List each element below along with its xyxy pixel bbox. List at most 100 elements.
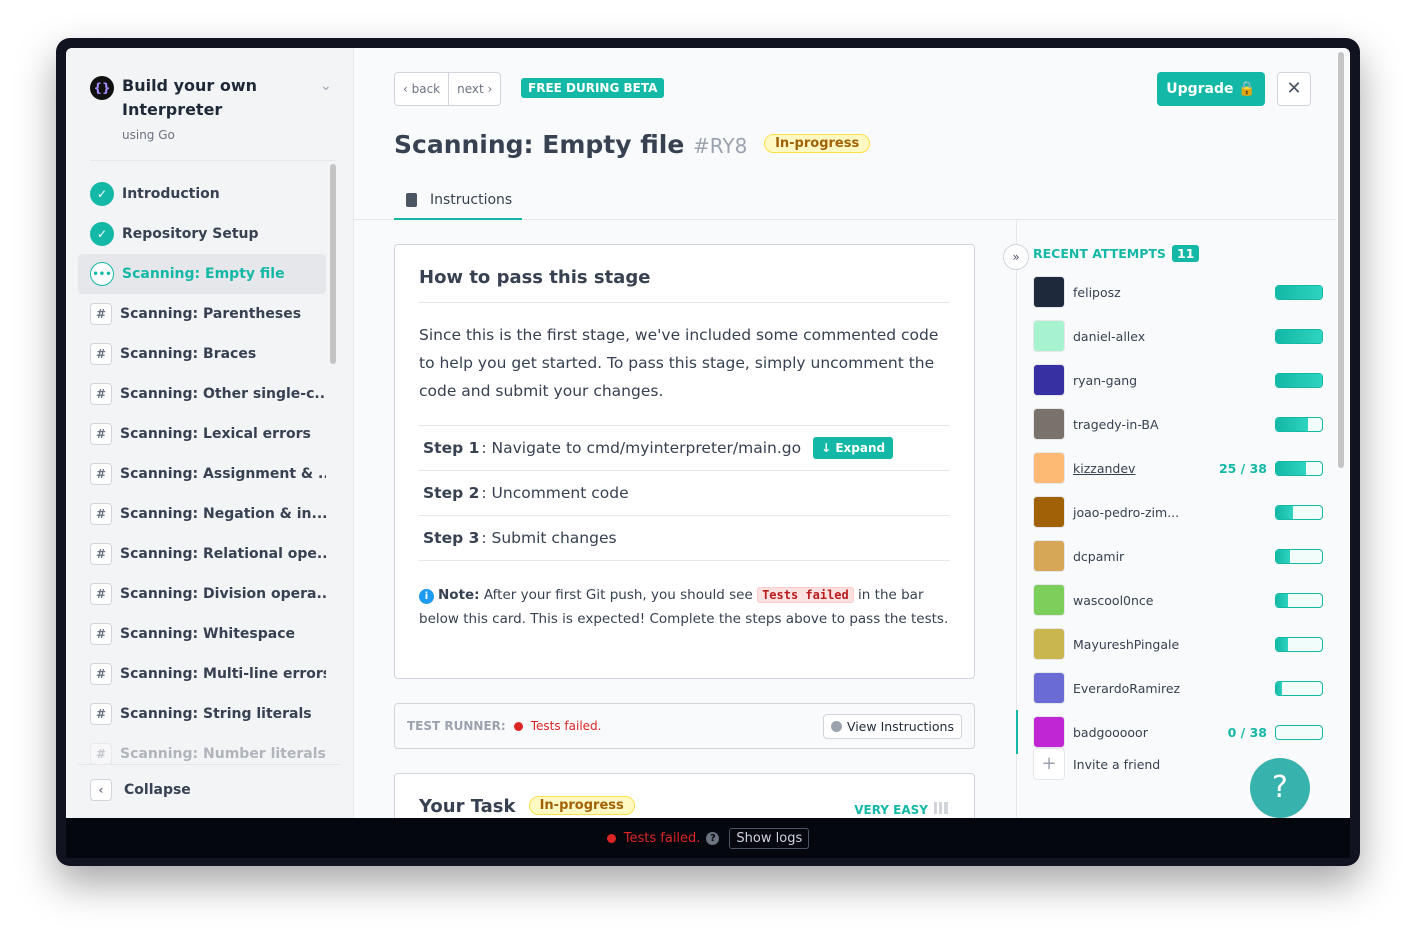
beta-badge: FREE DURING BETA [521,78,665,98]
stage-label: Scanning: Multi-line errors [120,666,326,682]
attempt-score: 25 / 38 [1218,460,1267,476]
progress-bar [1275,328,1323,344]
hash-icon: # [90,503,112,525]
attempt-username[interactable]: daniel-allex [1073,329,1275,344]
view-instructions-button[interactable]: View Instructions [822,713,962,739]
sidebar-item-stage[interactable]: # Scanning: Negation & in... [78,494,326,534]
stage-label: Scanning: Lexical errors [120,426,311,442]
attempt-row[interactable]: badgooooor 0 / 38 [1016,710,1323,754]
status-badge: In-progress [764,133,871,153]
back-button[interactable]: ‹ back [395,73,448,105]
attempt-row[interactable]: wascool0nce [1033,584,1323,616]
attempts-heading: RECENT ATTEMPTS 11 [1033,245,1200,262]
avatar [1033,496,1065,528]
progress-bar [1275,724,1323,740]
hash-icon: # [90,743,112,765]
attempt-row[interactable]: MayureshPingale [1033,628,1323,660]
attempt-username[interactable]: badgooooor [1073,725,1228,740]
runner-label: TEST RUNNER: [407,719,506,733]
stage-label: Scanning: Division opera... [120,586,326,602]
difficulty: VERY EASY [854,802,948,817]
step-label: Step 1 [423,439,480,457]
app-window: {} Build your own Interpreter using Go ⌄… [66,48,1350,818]
view-instructions-label: View Instructions [846,718,954,734]
sidebar-item-stage[interactable]: # Scanning: Braces [78,334,326,374]
attempt-row[interactable]: kizzandev 25 / 38 [1033,452,1323,484]
sidebar-item-stage[interactable]: # Scanning: Assignment & ... [78,454,326,494]
stage-label: Scanning: Empty file [122,266,285,282]
attempt-username[interactable]: tragedy-in-BA [1073,417,1275,432]
sidebar-item-stage[interactable]: # Scanning: Multi-line errors [78,654,326,694]
sidebar: {} Build your own Interpreter using Go ⌄… [66,48,354,818]
step-label: Step 2 [423,484,480,502]
check-circle-icon: ✓ [90,222,114,246]
sidebar-item-stage[interactable]: ✓ Introduction [78,174,326,214]
chevron-left-icon: ‹ [90,779,112,801]
progress-fill [1276,637,1288,651]
collapse-label: Collapse [124,782,191,798]
attempt-row[interactable]: tragedy-in-BA [1033,408,1323,440]
attempt-row[interactable]: feliposz [1033,276,1323,308]
attempt-row[interactable]: daniel-allex [1033,320,1323,352]
collapse-button[interactable]: ‹ Collapse [78,764,340,815]
main-scrollbar[interactable] [1338,52,1344,468]
close-button[interactable]: ✕ [1277,72,1311,106]
hash-icon: # [90,543,112,565]
next-button[interactable]: next › [448,73,500,105]
attempt-row[interactable]: dcpamir [1033,540,1323,572]
avatar [1033,540,1065,572]
expand-button[interactable]: ↓ Expand [813,437,894,459]
chevrons-right-icon[interactable]: » [1003,244,1029,270]
attempt-username[interactable]: EverardoRamirez [1073,681,1275,696]
attempt-username[interactable]: feliposz [1073,285,1275,300]
bottom-status-bar: Tests failed. ? Show logs [66,818,1350,858]
progress-bar [1275,460,1323,476]
attempt-username[interactable]: MayureshPingale [1073,637,1275,652]
attempt-username[interactable]: wascool0nce [1073,593,1275,608]
attempt-row[interactable]: joao-pedro-zim... [1033,496,1323,528]
stage-list: ✓ Introduction ✓ Repository Setup ••• Scannin… [78,174,326,774]
help-icon[interactable]: ? [706,831,720,845]
progress-fill [1276,329,1322,343]
attempt-username[interactable]: joao-pedro-zim... [1073,505,1275,520]
tab-instructions[interactable]: Instructions [394,188,522,220]
note-text: After your first Git push, you should se… [479,587,758,603]
stage-label: Scanning: Negation & in... [120,506,326,522]
course-title: Build your own Interpreter [122,76,258,119]
progress-bar [1275,284,1323,300]
runner-status: Tests failed. [530,719,602,733]
course-logo: {} [90,76,114,100]
progress-fill [1276,285,1322,299]
sidebar-item-stage[interactable]: # Scanning: Relational ope... [78,534,326,574]
course-language: using Go [122,128,175,142]
show-logs-button[interactable]: Show logs [729,827,810,849]
main-content: ‹ back next › FREE DURING BETA Upgrade 🔒… [354,48,1336,818]
upgrade-button[interactable]: Upgrade 🔒 [1157,72,1265,106]
sidebar-item-stage[interactable]: # Scanning: Parentheses [78,294,326,334]
stage-id: #RY8 [693,134,748,158]
hash-icon: # [90,303,112,325]
chevron-down-icon[interactable]: ⌄ [320,78,332,94]
attempt-row[interactable]: ryan-gang [1033,364,1323,396]
sidebar-item-stage[interactable]: ✓ Repository Setup [78,214,326,254]
sidebar-item-stage[interactable]: ••• Scanning: Empty file [78,254,326,294]
sidebar-item-stage[interactable]: # Scanning: Other single-c... [78,374,326,414]
sidebar-item-stage[interactable]: # Scanning: Division opera... [78,574,326,614]
attempt-username[interactable]: dcpamir [1073,549,1275,564]
hash-icon: # [90,423,112,445]
sidebar-item-stage[interactable]: # Scanning: Lexical errors [78,414,326,454]
attempt-username[interactable]: kizzandev [1073,461,1219,476]
help-button[interactable]: ? [1250,758,1310,818]
attempt-username[interactable]: ryan-gang [1073,373,1275,388]
progress-fill [1276,505,1294,519]
sidebar-item-stage[interactable]: # Scanning: Whitespace [78,614,326,654]
avatar [1033,408,1065,440]
attempt-row[interactable]: EverardoRamirez [1033,672,1323,704]
step-text: : Submit changes [481,529,617,547]
sidebar-scrollbar[interactable] [330,164,336,364]
test-runner-bar: TEST RUNNER: Tests failed. View Instruct… [394,703,975,749]
sidebar-item-stage[interactable]: # Scanning: String literals [78,694,326,734]
step-1: Step 1: Navigate to cmd/myinterpreter/ma… [419,426,950,471]
status-dot-icon [606,833,616,843]
hash-icon: # [90,663,112,685]
